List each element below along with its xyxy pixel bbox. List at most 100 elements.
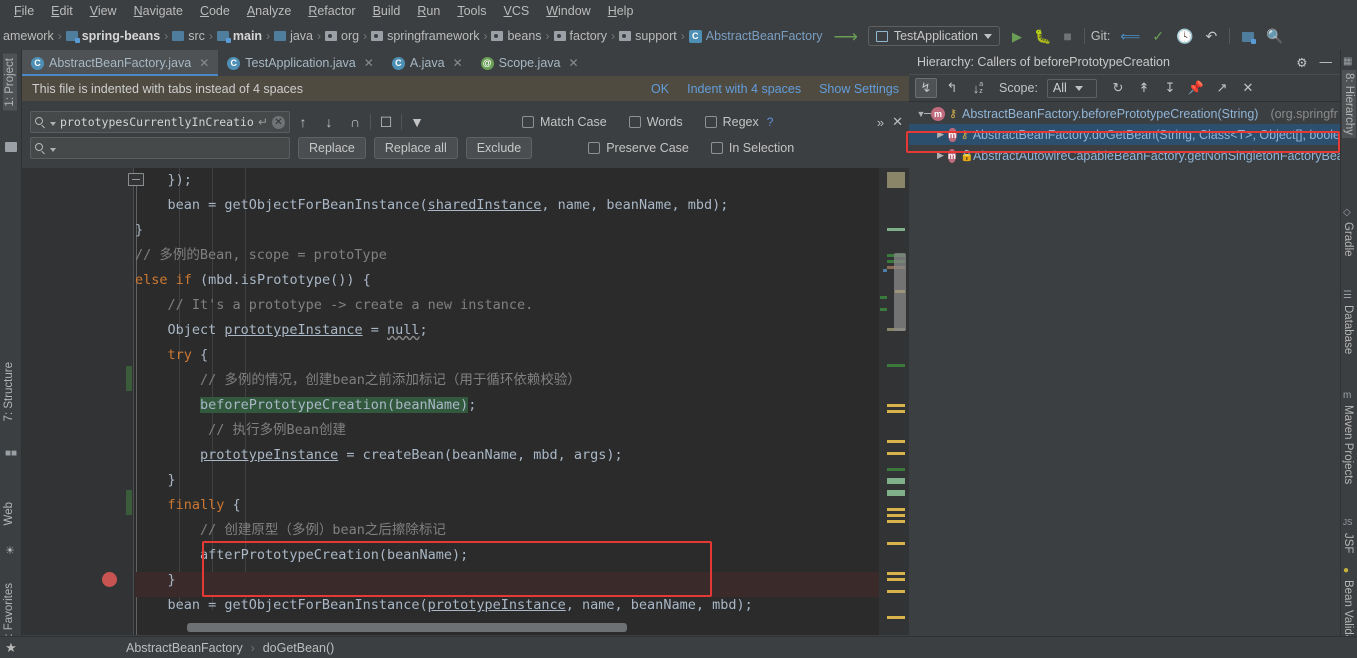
- hierarchy-tree[interactable]: ▼ m ⚷ AbstractBeanFactory.beforePrototypeCr…: [909, 103, 1340, 635]
- search-input[interactable]: prototypesCurrentlyInCreation ↵ ✕: [30, 111, 290, 133]
- sort-alphabetically-icon[interactable]: ↓ a z: [967, 78, 989, 98]
- expand-all-icon[interactable]: ↟: [1133, 78, 1155, 98]
- menu-item-code[interactable]: Code: [192, 2, 238, 20]
- error-stripe-marker[interactable]: [887, 468, 905, 471]
- menu-item-vcs[interactable]: VCS: [496, 2, 538, 20]
- caller-hierarchy-icon[interactable]: ↰: [941, 78, 963, 98]
- find-help-link[interactable]: ?: [767, 115, 774, 129]
- breadcrumb-item-support[interactable]: support: [616, 29, 680, 43]
- editor-tab-testapplication-java[interactable]: C TestApplication.java ✕: [218, 50, 383, 76]
- words-checkbox[interactable]: Words: [628, 115, 683, 129]
- menu-item-help[interactable]: Help: [600, 2, 642, 20]
- open-in-new-icon[interactable]: ↗: [1211, 78, 1233, 98]
- editor-gutter[interactable]: [22, 168, 84, 635]
- error-stripe-marker[interactable]: [887, 452, 905, 455]
- close-icon[interactable]: ✕: [364, 56, 374, 70]
- breadcrumb-item-amework[interactable]: amework: [0, 29, 57, 43]
- close-icon[interactable]: ✕: [892, 114, 903, 130]
- sidebar-item-project[interactable]: 1: Project: [3, 54, 17, 111]
- gear-icon[interactable]: ⚙: [1296, 55, 1307, 70]
- stop-icon[interactable]: ■: [1057, 29, 1077, 43]
- hierarchy-row[interactable]: ▶ m 🔒 AbstractAutowireCapableBeanFactory.ge…: [909, 145, 1340, 166]
- sidebar-item-gradle[interactable]: Gradle: [1342, 222, 1354, 257]
- code-text[interactable]: }); bean = getObjectForBeanInstance(shar…: [135, 168, 879, 635]
- search-everywhere-icon[interactable]: 🔍: [1260, 29, 1289, 43]
- error-stripe-marker[interactable]: [887, 364, 905, 367]
- match-case-checkbox[interactable]: Match Case: [522, 115, 607, 129]
- exclude-button[interactable]: Exclude: [465, 137, 533, 159]
- menu-item-refactor[interactable]: Refactor: [300, 2, 363, 20]
- menu-item-window[interactable]: Window: [538, 2, 598, 20]
- notification-action-ok[interactable]: OK: [651, 82, 669, 96]
- error-stripe-marker[interactable]: [883, 269, 887, 272]
- collapse-all-icon[interactable]: ↧: [1159, 78, 1181, 98]
- search-history-caret-icon[interactable]: [50, 122, 56, 126]
- sidebar-item-jsf[interactable]: JSF: [1342, 533, 1354, 553]
- arrow-up-icon[interactable]: ↑: [290, 114, 316, 130]
- vcs-history-icon[interactable]: 🕓: [1170, 29, 1199, 43]
- tree-toggle-icon[interactable]: ▶: [937, 150, 944, 161]
- tree-toggle-icon[interactable]: ▶: [937, 129, 944, 140]
- error-stripe-marker[interactable]: [887, 490, 905, 496]
- run-icon[interactable]: ▶: [1000, 30, 1028, 43]
- vcs-update-icon[interactable]: ⟸: [1110, 29, 1146, 43]
- breadcrumb-item-spring-beans[interactable]: spring-beans: [63, 29, 164, 43]
- replace-input[interactable]: [30, 137, 290, 159]
- arrow-down-icon[interactable]: ↓: [316, 114, 342, 130]
- menu-item-build[interactable]: Build: [365, 2, 409, 20]
- menu-item-run[interactable]: Run: [409, 2, 448, 20]
- close-icon[interactable]: ✕: [568, 56, 578, 70]
- sidebar-item-structure[interactable]: 7: Structure: [3, 362, 15, 421]
- code-editor[interactable]: }); bean = getObjectForBeanInstance(shar…: [22, 168, 909, 635]
- close-icon[interactable]: ✕: [453, 56, 463, 70]
- vcs-commit-icon[interactable]: ✓: [1146, 29, 1170, 43]
- breadcrumb-item-src[interactable]: src: [169, 29, 208, 43]
- error-stripe-marker[interactable]: [887, 590, 905, 593]
- error-stripe-marker[interactable]: [887, 410, 905, 413]
- select-all-occurrences-icon[interactable]: ∩: [342, 114, 368, 130]
- callee-hierarchy-icon[interactable]: ↯: [915, 78, 937, 98]
- error-stripe-marker[interactable]: [887, 572, 905, 575]
- back-arrow-icon[interactable]: ⟶: [825, 28, 865, 45]
- preserve-case-checkbox[interactable]: Preserve Case: [588, 141, 689, 155]
- pin-icon[interactable]: 📌: [1185, 78, 1207, 98]
- sidebar-item-favorites[interactable]: 2: Favorites: [3, 583, 15, 643]
- menu-item-analyze[interactable]: Analyze: [239, 2, 299, 20]
- breadcrumb-item-main[interactable]: main: [214, 29, 265, 43]
- error-stripe-marker[interactable]: [880, 296, 887, 299]
- vcs-rollback-icon[interactable]: ↶: [1200, 29, 1224, 43]
- breakpoint-icon[interactable]: [102, 572, 117, 587]
- breadcrumb-item-springframework[interactable]: springframework: [368, 29, 482, 43]
- replace-history-caret-icon[interactable]: [50, 148, 56, 152]
- expand-icon[interactable]: »: [877, 115, 884, 130]
- error-stripe-marker[interactable]: [887, 508, 905, 511]
- scope-select[interactable]: All: [1046, 78, 1097, 98]
- notification-action-show-settings[interactable]: Show Settings: [819, 82, 899, 96]
- editor-scrollbar-thumb[interactable]: [894, 253, 906, 331]
- breadcrumb-item-beans[interactable]: beans: [488, 29, 544, 43]
- sidebar-item-maven[interactable]: Maven Projects: [1342, 405, 1354, 484]
- breadcrumb-item-factory[interactable]: factory: [551, 29, 611, 43]
- hierarchy-row[interactable]: ▼ m ⚷ AbstractBeanFactory.beforePrototypeCr…: [909, 103, 1340, 124]
- filter-icon[interactable]: ▼: [404, 114, 430, 130]
- replace-button[interactable]: Replace: [298, 137, 366, 159]
- error-stripe-marker[interactable]: [887, 616, 905, 619]
- status-method[interactable]: doGetBean(): [263, 641, 335, 655]
- close-icon[interactable]: ✕: [199, 56, 209, 70]
- in-selection-checkbox[interactable]: In Selection: [710, 141, 794, 155]
- open-in-find-window-icon[interactable]: ☐: [373, 114, 399, 131]
- editor-tab-abstractbeanfactory-java[interactable]: C AbstractBeanFactory.java ✕: [22, 50, 219, 76]
- breadcrumb-item-org[interactable]: org: [322, 29, 362, 43]
- editor-tab-scope-java[interactable]: @ Scope.java ✕: [472, 50, 588, 76]
- error-stripe-marker[interactable]: [887, 578, 905, 581]
- editor-fold-gutter[interactable]: [84, 168, 134, 635]
- error-stripe-marker[interactable]: [887, 228, 905, 231]
- sidebar-item-hierarchy[interactable]: 8: Hierarchy: [1342, 70, 1356, 138]
- error-stripe[interactable]: [879, 168, 909, 635]
- run-configuration-selector[interactable]: TestApplication: [867, 26, 1000, 46]
- error-stripe-marker[interactable]: [887, 404, 905, 407]
- refresh-icon[interactable]: ↻: [1107, 78, 1129, 98]
- settings-icon[interactable]: [1236, 29, 1260, 44]
- editor-horizontal-scrollbar[interactable]: [187, 623, 627, 632]
- breadcrumb-item-java[interactable]: java: [271, 29, 316, 43]
